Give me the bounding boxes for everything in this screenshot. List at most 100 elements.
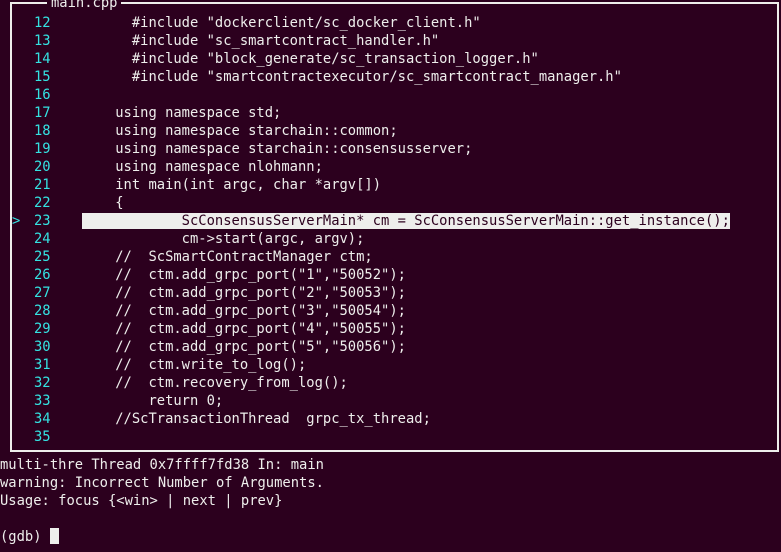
line-number: 12 (32, 14, 82, 32)
line-number: 14 (32, 50, 82, 68)
code-text: #include "block_generate/sc_transaction_… (82, 50, 539, 68)
code-text: // ctm.recovery_from_log(); (82, 374, 348, 392)
gutter-marker (12, 410, 32, 428)
gutter-marker (12, 428, 32, 446)
line-number: 34 (32, 410, 82, 428)
gutter-marker: > (12, 212, 32, 230)
code-text: // ctm.add_grpc_port("4","50055"); (82, 320, 406, 338)
gutter-marker (12, 68, 32, 86)
source-code-listing[interactable]: 12 #include "dockerclient/sc_docker_clie… (12, 10, 777, 450)
source-line[interactable]: 34 //ScTransactionThread grpc_tx_thread; (12, 410, 777, 428)
line-number: 17 (32, 104, 82, 122)
source-line[interactable]: 32 // ctm.recovery_from_log(); (12, 374, 777, 392)
gutter-marker (12, 248, 32, 266)
code-text: #include "smartcontractexecutor/sc_smart… (82, 68, 622, 86)
code-text: // ScSmartContractManager ctm; (82, 248, 373, 266)
code-text: // ctm.add_grpc_port("5","50056"); (82, 338, 406, 356)
gutter-marker (12, 356, 32, 374)
line-number: 30 (32, 338, 82, 356)
gdb-terminal[interactable]: multi-thre Thread 0x7ffff7fd38 In: mainw… (0, 454, 781, 552)
code-text: using namespace starchain::common; (82, 122, 398, 140)
source-line-current[interactable]: > 23 ScConsensusServerMain* cm = ScConse… (12, 212, 777, 230)
gutter-marker (12, 302, 32, 320)
line-number: 33 (32, 392, 82, 410)
gutter-marker (12, 284, 32, 302)
line-number: 22 (32, 194, 82, 212)
code-text: // ctm.add_grpc_port("2","50053"); (82, 284, 406, 302)
line-number: 16 (32, 86, 82, 104)
code-text: // ctm.write_to_log(); (82, 356, 306, 374)
code-text: // ctm.add_grpc_port("1","50052"); (82, 266, 406, 284)
code-text: cm->start(argc, argv); (82, 230, 364, 248)
terminal-line: multi-thre Thread 0x7ffff7fd38 In: main (0, 456, 781, 474)
source-line[interactable]: 16 (12, 86, 777, 104)
source-line[interactable]: 13 #include "sc_smartcontract_handler.h" (12, 32, 777, 50)
source-line[interactable]: 18 using namespace starchain::common; (12, 122, 777, 140)
code-text: //ScTransactionThread grpc_tx_thread; (82, 410, 431, 428)
source-line[interactable]: 22 { (12, 194, 777, 212)
source-line[interactable]: 28 // ctm.add_grpc_port("3","50054"); (12, 302, 777, 320)
line-number: 24 (32, 230, 82, 248)
source-line[interactable]: 24 cm->start(argc, argv); (12, 230, 777, 248)
line-number: 29 (32, 320, 82, 338)
terminal-line: Usage: focus {<win> | next | prev} (0, 492, 781, 510)
gutter-marker (12, 374, 32, 392)
source-line[interactable]: 35 (12, 428, 777, 446)
source-window[interactable]: main.cpp 12 #include "dockerclient/sc_do… (10, 2, 779, 452)
source-line[interactable]: 29 // ctm.add_grpc_port("4","50055"); (12, 320, 777, 338)
code-text: // ctm.add_grpc_port("3","50054"); (82, 302, 406, 320)
gutter-marker (12, 32, 32, 50)
terminal-line (0, 510, 781, 528)
code-text: { (82, 194, 124, 212)
gutter-marker (12, 104, 32, 122)
code-text: using namespace nlohmann; (82, 158, 323, 176)
line-number: 35 (32, 428, 82, 446)
gutter-marker (12, 86, 32, 104)
code-text: #include "dockerclient/sc_docker_client.… (82, 14, 481, 32)
gutter-marker (12, 140, 32, 158)
code-text: using namespace starchain::consensusserv… (82, 140, 472, 158)
source-line[interactable]: 30 // ctm.add_grpc_port("5","50056"); (12, 338, 777, 356)
line-number: 25 (32, 248, 82, 266)
gutter-marker (12, 320, 32, 338)
gutter-marker (12, 338, 32, 356)
line-number: 21 (32, 176, 82, 194)
line-number: 27 (32, 284, 82, 302)
gutter-marker (12, 392, 32, 410)
gutter-marker (12, 194, 32, 212)
code-text: int main(int argc, char *argv[]) (82, 176, 381, 194)
source-line[interactable]: 19 using namespace starchain::consensuss… (12, 140, 777, 158)
source-line[interactable]: 25 // ScSmartContractManager ctm; (12, 248, 777, 266)
source-line[interactable]: 20 using namespace nlohmann; (12, 158, 777, 176)
line-number: 31 (32, 356, 82, 374)
source-line[interactable]: 15 #include "smartcontractexecutor/sc_sm… (12, 68, 777, 86)
code-text: using namespace std; (82, 104, 281, 122)
gutter-marker (12, 122, 32, 140)
gutter-marker (12, 50, 32, 68)
source-line[interactable]: 12 #include "dockerclient/sc_docker_clie… (12, 14, 777, 32)
gdb-prompt-line[interactable]: (gdb) (0, 528, 781, 546)
code-text: return 0; (82, 392, 223, 410)
line-number: 19 (32, 140, 82, 158)
source-line[interactable]: 17 using namespace std; (12, 104, 777, 122)
cursor (50, 528, 59, 544)
terminal-line: warning: Incorrect Number of Arguments. (0, 474, 781, 492)
line-number: 23 (32, 212, 82, 230)
source-line[interactable]: 21 int main(int argc, char *argv[]) (12, 176, 777, 194)
gutter-marker (12, 266, 32, 284)
source-line[interactable]: 14 #include "block_generate/sc_transacti… (12, 50, 777, 68)
code-text: ScConsensusServerMain* cm = ScConsensusS… (82, 212, 730, 230)
line-number: 15 (32, 68, 82, 86)
line-number: 26 (32, 266, 82, 284)
line-number: 32 (32, 374, 82, 392)
source-line[interactable]: 31 // ctm.write_to_log(); (12, 356, 777, 374)
source-line[interactable]: 27 // ctm.add_grpc_port("2","50053"); (12, 284, 777, 302)
gutter-marker (12, 158, 32, 176)
gutter-marker (12, 176, 32, 194)
code-text: #include "sc_smartcontract_handler.h" (82, 32, 439, 50)
source-line[interactable]: 26 // ctm.add_grpc_port("1","50052"); (12, 266, 777, 284)
line-number: 20 (32, 158, 82, 176)
line-number: 18 (32, 122, 82, 140)
source-line[interactable]: 33 return 0; (12, 392, 777, 410)
gutter-marker (12, 14, 32, 32)
